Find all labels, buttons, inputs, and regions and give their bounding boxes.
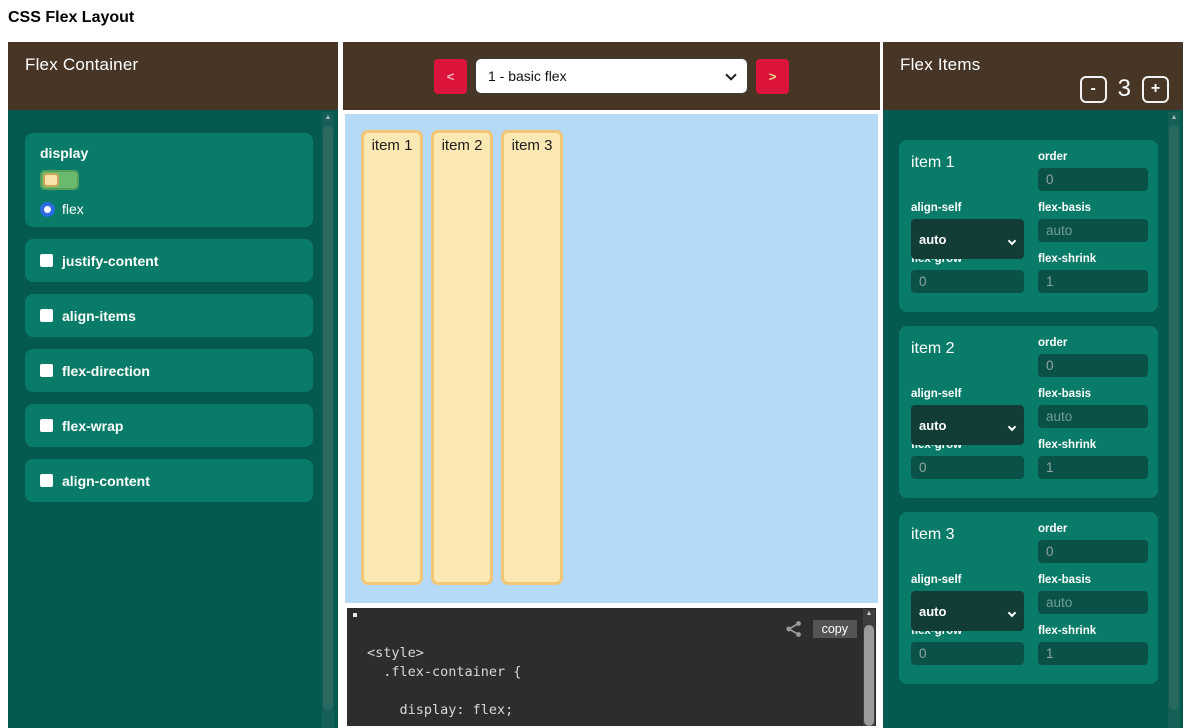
flex-items-body: item 1 order align-self auto [883, 110, 1183, 728]
item-2-align-self-select[interactable]: auto [911, 405, 1024, 445]
flex-shrink-label: flex-shrink [1038, 625, 1148, 637]
flex-container-body: display flex justify-content alig [8, 110, 338, 728]
item-1-align-self-select[interactable]: auto [911, 219, 1024, 259]
add-item-button[interactable]: + [1142, 76, 1169, 103]
example-select[interactable]: 1 - basic flex [475, 58, 748, 94]
align-content-card: align-content [25, 459, 313, 502]
flex-wrap-card: flex-wrap [25, 404, 313, 447]
flex-direction-label: flex-direction [62, 363, 150, 379]
next-example-button[interactable]: > [756, 59, 789, 94]
item-3-flex-basis-input[interactable] [1038, 591, 1148, 614]
align-items-checkbox[interactable] [40, 309, 53, 322]
scroll-up-arrow-icon[interactable]: ▲ [322, 113, 334, 123]
display-label: display [40, 145, 298, 161]
flex-shrink-label: flex-shrink [1038, 253, 1148, 265]
order-label: order [1038, 523, 1148, 535]
flex-items-title: Flex Items [900, 55, 980, 75]
display-flex-radio-row: flex [40, 201, 298, 217]
item-3-order-input[interactable] [1038, 540, 1148, 563]
justify-content-label: justify-content [62, 253, 158, 269]
left-panel-scrollbar[interactable]: ▲ [322, 112, 334, 728]
justify-content-card: justify-content [25, 239, 313, 282]
item-1-flex-basis-input[interactable] [1038, 219, 1148, 242]
item-3-card-title: item 3 [911, 523, 1024, 563]
example-nav-bar: < 1 - basic flex > [343, 42, 880, 110]
example-select-wrap: 1 - basic flex [475, 58, 748, 94]
flex-container-header: Flex Container [8, 42, 338, 110]
code-panel: copy <style> .flex-container { display: … [345, 606, 878, 728]
item-1-card-title: item 1 [911, 151, 1024, 191]
item-2-card-title: item 2 [911, 337, 1024, 377]
prev-example-button[interactable]: < [434, 59, 467, 94]
item-1-flex-shrink-input[interactable] [1038, 270, 1148, 293]
code-scrollbar-thumb[interactable] [864, 625, 874, 726]
page-title: CSS Flex Layout [8, 9, 134, 27]
preview-item-1: item 1 [361, 130, 423, 585]
flex-preview-container: item 1 item 2 item 3 [345, 114, 878, 603]
flex-wrap-checkbox[interactable] [40, 419, 53, 432]
item-1-flex-grow-input[interactable] [911, 270, 1024, 293]
align-items-card: align-items [25, 294, 313, 337]
copy-button[interactable]: copy [813, 620, 857, 638]
code-scrollbar[interactable]: ▲ [863, 609, 875, 726]
flex-items-header: Flex Items - 3 + [883, 42, 1183, 110]
flex-basis-label: flex-basis [1038, 202, 1148, 214]
preview-panel: < 1 - basic flex > item 1 item 2 item 3 [343, 42, 880, 728]
item-2-flex-basis-input[interactable] [1038, 405, 1148, 428]
flex-container-title: Flex Container [25, 55, 138, 75]
order-label: order [1038, 337, 1148, 349]
preview-item-3: item 3 [501, 130, 563, 585]
flex-basis-label: flex-basis [1038, 574, 1148, 586]
flex-radio-label: flex [62, 201, 84, 217]
align-content-checkbox[interactable] [40, 474, 53, 487]
flex-container-panel: Flex Container display flex justify-cont… [8, 42, 338, 728]
display-toggle-knob[interactable] [43, 173, 59, 187]
right-panel-scrollbar[interactable]: ▲ [1168, 112, 1180, 728]
display-toggle[interactable] [40, 170, 79, 190]
flex-wrap-label: flex-wrap [62, 418, 123, 434]
item-3-align-self-select[interactable]: auto [911, 591, 1024, 631]
code-panel-dot [353, 613, 357, 617]
code-scroll-up-arrow-icon[interactable]: ▲ [863, 610, 875, 617]
flex-radio[interactable] [40, 202, 55, 217]
item-1-card: item 1 order align-self auto [899, 140, 1158, 312]
main-layout: Flex Container display flex justify-cont… [8, 42, 1183, 728]
left-scrollbar-thumb[interactable] [323, 125, 333, 710]
align-self-label: align-self [911, 202, 1024, 214]
scroll-up-arrow-icon[interactable]: ▲ [1168, 113, 1180, 123]
item-2-flex-grow-input[interactable] [911, 456, 1024, 479]
align-self-label: align-self [911, 388, 1024, 400]
generated-css-code: <style> .flex-container { display: flex; [367, 644, 521, 720]
flex-direction-checkbox[interactable] [40, 364, 53, 377]
item-1-order-input[interactable] [1038, 168, 1148, 191]
align-self-label: align-self [911, 574, 1024, 586]
align-items-label: align-items [62, 308, 136, 324]
share-icon[interactable] [785, 620, 803, 638]
flex-items-panel: Flex Items - 3 + item 1 order align-self [883, 42, 1183, 728]
flex-shrink-label: flex-shrink [1038, 439, 1148, 451]
preview-item-2: item 2 [431, 130, 493, 585]
item-3-flex-grow-input[interactable] [911, 642, 1024, 665]
item-3-card: item 3 order align-self auto [899, 512, 1158, 684]
remove-item-button[interactable]: - [1080, 76, 1107, 103]
item-count: 3 [1118, 75, 1131, 103]
item-2-order-input[interactable] [1038, 354, 1148, 377]
right-scrollbar-thumb[interactable] [1169, 125, 1179, 710]
align-content-label: align-content [62, 473, 150, 489]
flex-basis-label: flex-basis [1038, 388, 1148, 400]
item-2-card: item 2 order align-self auto [899, 326, 1158, 498]
display-card: display flex [25, 133, 313, 227]
item-2-flex-shrink-input[interactable] [1038, 456, 1148, 479]
flex-direction-card: flex-direction [25, 349, 313, 392]
item-count-stepper: - 3 + [1080, 75, 1169, 103]
justify-content-checkbox[interactable] [40, 254, 53, 267]
code-controls: copy [785, 620, 857, 638]
order-label: order [1038, 151, 1148, 163]
item-3-flex-shrink-input[interactable] [1038, 642, 1148, 665]
